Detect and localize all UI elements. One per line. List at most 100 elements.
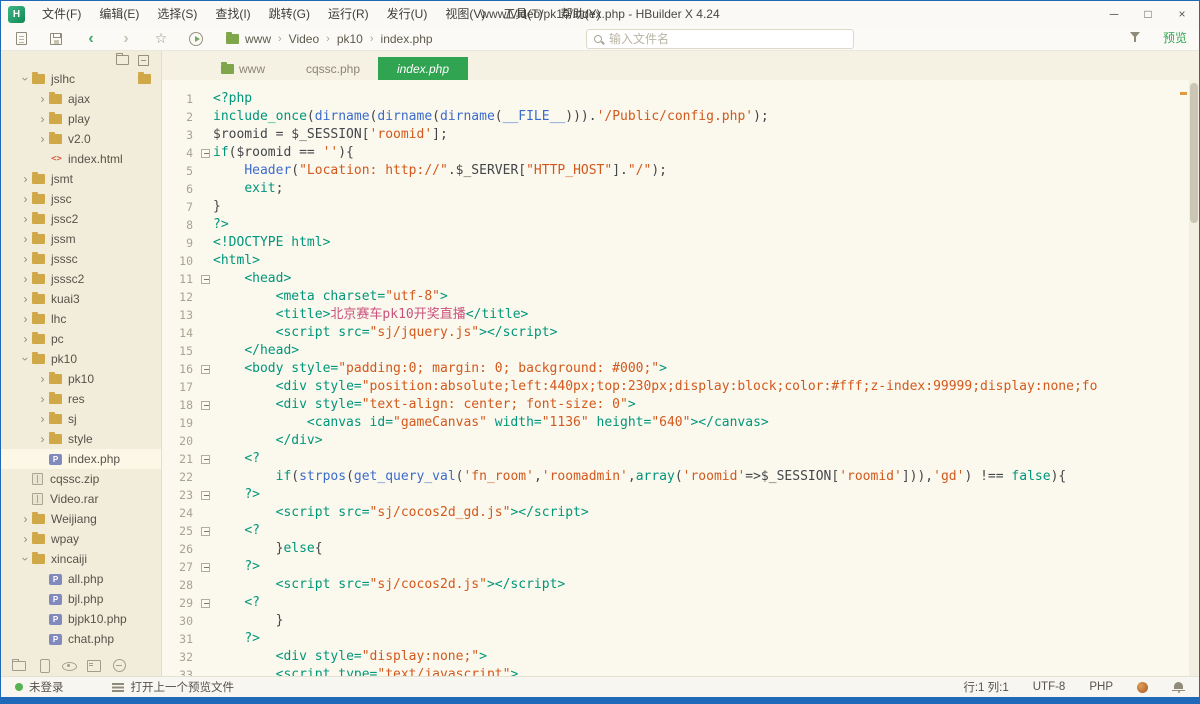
chevron-down-icon[interactable]: › (20, 353, 32, 366)
search-input[interactable] (609, 32, 846, 46)
code-text[interactable]: exit; (213, 180, 283, 198)
breadcrumb-item[interactable]: index.php (381, 32, 433, 46)
menu-item[interactable]: 帮助(Y) (552, 1, 610, 27)
phone-icon[interactable] (36, 658, 52, 672)
tree-item-jssc[interactable]: ›jssc (1, 189, 161, 209)
close-button[interactable]: × (1165, 2, 1199, 27)
chevron-right-icon[interactable]: › (19, 513, 32, 525)
menu-item[interactable]: 选择(S) (148, 1, 206, 27)
chevron-down-icon[interactable]: › (20, 553, 32, 566)
tree-item-jsssc[interactable]: ›jsssc (1, 249, 161, 269)
menu-item[interactable]: 编辑(E) (90, 1, 148, 27)
chevron-right-icon[interactable]: › (19, 273, 32, 285)
code-text[interactable]: <script src="sj/cocos2d_gd.js"></script> (213, 504, 589, 522)
tree-item-cqssc.zip[interactable]: cqssc.zip (1, 469, 161, 489)
menu-item[interactable]: 视图(V) (436, 1, 494, 27)
tree-item-jsssc2[interactable]: ›jsssc2 (1, 269, 161, 289)
open-previous-preview[interactable]: 打开上一个预览文件 (131, 679, 235, 695)
fold-marker-icon[interactable] (201, 455, 210, 464)
code-text[interactable]: include_once(dirname(dirname(dirname(__F… (213, 108, 769, 126)
chevron-right-icon[interactable]: › (19, 213, 32, 225)
language-mode[interactable]: PHP (1089, 681, 1113, 693)
tree-item-jssc2[interactable]: ›jssc2 (1, 209, 161, 229)
code-text[interactable]: } (213, 198, 221, 216)
code-text[interactable]: } (213, 612, 283, 630)
add-icon[interactable] (111, 658, 127, 672)
breadcrumb-item[interactable]: pk10 (337, 32, 363, 46)
fold-marker-icon[interactable] (201, 365, 210, 374)
breadcrumb-item[interactable]: www (245, 32, 271, 46)
menu-item[interactable]: 跳转(G) (260, 1, 319, 27)
code-text[interactable]: <script type="text/javascript"> (213, 666, 518, 676)
folder-icon[interactable] (11, 658, 27, 672)
tree-item-Video.rar[interactable]: Video.rar (1, 489, 161, 509)
code-text[interactable]: ?> (213, 630, 260, 648)
code-text[interactable]: if(strpos(get_query_val('fn_room','rooma… (213, 468, 1066, 486)
menu-item[interactable]: 工具(T) (494, 1, 551, 27)
menu-item[interactable]: 运行(R) (319, 1, 378, 27)
fold-marker-icon[interactable] (201, 275, 210, 284)
tree-item-style[interactable]: ›style (1, 429, 161, 449)
tree-item-bjl.php[interactable]: bjl.php (1, 589, 161, 609)
tree-item-jsmt[interactable]: ›jsmt (1, 169, 161, 189)
code-text[interactable]: <canvas id="gameCanvas" width="1136" hei… (213, 414, 769, 432)
run-button[interactable] (188, 31, 204, 47)
tree-item-v2.0[interactable]: ›v2.0 (1, 129, 161, 149)
code-text[interactable]: <html> (213, 252, 260, 270)
tree-item-kuai3[interactable]: ›kuai3 (1, 289, 161, 309)
code-text[interactable]: }else{ (213, 540, 323, 558)
chevron-right-icon[interactable]: › (19, 313, 32, 325)
code-text[interactable]: <title>北京赛车pk10开奖直播</title> (213, 306, 528, 324)
tree-item-chat.php[interactable]: chat.php (1, 629, 161, 649)
chevron-right-icon[interactable]: › (36, 393, 49, 405)
code-text[interactable]: <div style="text-align: center; font-siz… (213, 396, 636, 414)
filter-icon[interactable] (1129, 32, 1141, 45)
code-text[interactable]: <meta charset="utf-8"> (213, 288, 448, 306)
tab-cqssc.php[interactable]: cqssc.php (288, 57, 378, 80)
chevron-right-icon[interactable]: › (36, 433, 49, 445)
code-text[interactable]: <body style="padding:0; margin: 0; backg… (213, 360, 667, 378)
collapse-all-icon[interactable] (138, 55, 149, 66)
code-text[interactable]: ?> (213, 558, 260, 576)
tree-item-res[interactable]: ›res (1, 389, 161, 409)
fold-marker-icon[interactable] (201, 491, 210, 500)
notification-bell-icon[interactable] (1172, 681, 1185, 693)
maximize-button[interactable]: □ (1131, 2, 1165, 27)
fold-marker-icon[interactable] (201, 401, 210, 410)
menu-item[interactable]: 查找(I) (206, 1, 259, 27)
chevron-right-icon[interactable]: › (19, 293, 32, 305)
code-editor[interactable]: 1<?php2include_once(dirname(dirname(dirn… (162, 80, 1199, 676)
chevron-right-icon[interactable]: › (19, 533, 32, 545)
tree-item-jssm[interactable]: ›jssm (1, 229, 161, 249)
code-text[interactable]: </div> (213, 432, 323, 450)
code-text[interactable]: <? (213, 522, 260, 540)
new-file-button[interactable] (13, 31, 29, 47)
tree-item-bjpk10.php[interactable]: bjpk10.php (1, 609, 161, 629)
forward-button[interactable]: › (118, 31, 134, 47)
code-text[interactable]: <div style="position:absolute;left:440px… (213, 378, 1199, 396)
tree-item-ajax[interactable]: ›ajax (1, 89, 161, 109)
tree-item-pc[interactable]: ›pc (1, 329, 161, 349)
code-text[interactable]: <div style="display:none;"> (213, 648, 487, 666)
tab-index.php[interactable]: index.php (378, 57, 468, 80)
chevron-right-icon[interactable]: › (19, 193, 32, 205)
code-text[interactable]: ?> (213, 216, 229, 234)
chevron-right-icon[interactable]: › (19, 333, 32, 345)
chevron-right-icon[interactable]: › (19, 233, 32, 245)
tree-item-all.php[interactable]: all.php (1, 569, 161, 589)
tree-item-jslhc[interactable]: ›jslhc (1, 69, 161, 89)
tree-item-lhc[interactable]: ›lhc (1, 309, 161, 329)
code-text[interactable]: <? (213, 450, 260, 468)
chevron-down-icon[interactable]: › (20, 73, 32, 86)
chevron-right-icon[interactable]: › (36, 413, 49, 425)
code-text[interactable]: </head> (213, 342, 299, 360)
minimize-button[interactable]: ─ (1097, 2, 1131, 27)
fold-marker-icon[interactable] (201, 599, 210, 608)
code-text[interactable]: <head> (213, 270, 291, 288)
code-text[interactable]: <script src="sj/cocos2d.js"></script> (213, 576, 565, 594)
tree-item-index.php[interactable]: index.php (1, 449, 161, 469)
chevron-right-icon[interactable]: › (19, 253, 32, 265)
menu-item[interactable]: 文件(F) (33, 1, 90, 27)
tree-item-index.html[interactable]: index.html (1, 149, 161, 169)
minimap[interactable] (1097, 80, 1189, 676)
